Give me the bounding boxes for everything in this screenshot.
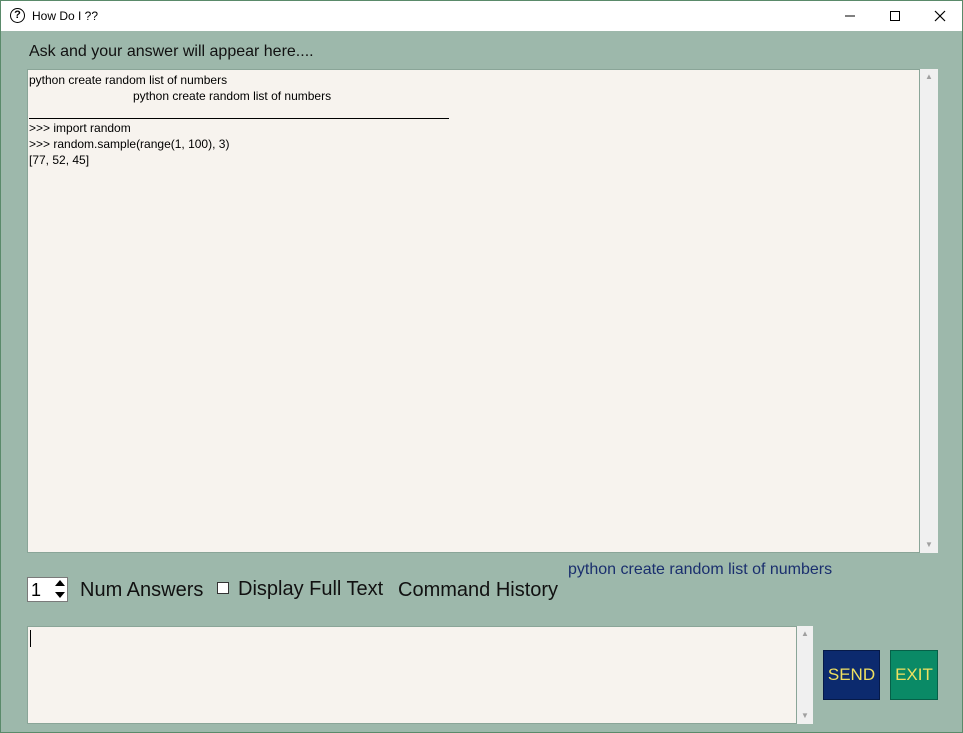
output-query-line: python create random list of numbers	[29, 73, 228, 87]
close-button[interactable]	[917, 1, 963, 31]
title-bar[interactable]: ? How Do I ??	[1, 1, 962, 31]
window-title: How Do I ??	[32, 9, 99, 23]
spin-down-button[interactable]	[53, 590, 67, 601]
send-button[interactable]: SEND	[823, 650, 880, 700]
input-scrollbar[interactable]: ▲ ▼	[797, 626, 813, 724]
text-caret	[30, 630, 31, 647]
output-code-line: [77, 52, 45]	[29, 153, 90, 167]
display-full-text-checkbox[interactable]	[217, 582, 229, 594]
maximize-button[interactable]	[872, 1, 918, 31]
output-separator	[29, 118, 449, 119]
answer-output-area[interactable]: python create random list of numbers pyt…	[27, 69, 920, 553]
spin-up-button[interactable]	[53, 578, 67, 589]
question-circle-icon: ?	[10, 8, 25, 23]
output-answer-title: python create random list of numbers	[133, 89, 332, 103]
close-icon	[934, 10, 946, 22]
app-window: ? How Do I ?? Ask and your answer will a…	[0, 0, 963, 733]
spin-up-icon	[55, 580, 65, 586]
output-code-line: >>> random.sample(range(1, 100), 3)	[29, 137, 230, 151]
num-answers-value[interactable]: 1	[31, 580, 41, 601]
output-code-line: >>> import random	[29, 121, 131, 135]
scroll-down-icon[interactable]: ▼	[920, 537, 938, 553]
minimize-icon	[845, 15, 855, 17]
scroll-down-icon[interactable]: ▼	[797, 708, 813, 724]
display-full-text-label[interactable]: Display Full Text	[238, 578, 383, 601]
question-input[interactable]	[27, 626, 797, 724]
scroll-up-icon[interactable]: ▲	[920, 69, 938, 85]
scroll-up-icon[interactable]: ▲	[797, 626, 813, 642]
num-answers-label: Num Answers	[80, 579, 204, 601]
exit-button[interactable]: EXIT	[890, 650, 938, 700]
num-answers-spinbox[interactable]: 1	[27, 577, 68, 602]
command-history-label: Command History	[398, 579, 559, 601]
answer-header-label: Ask and your answer will appear here....	[29, 43, 314, 60]
command-history-item[interactable]: python create random list of numbers	[568, 561, 832, 579]
spin-down-icon	[55, 592, 65, 598]
maximize-icon	[890, 11, 900, 21]
minimize-button[interactable]	[827, 1, 873, 31]
output-scrollbar[interactable]: ▲ ▼	[920, 69, 938, 553]
